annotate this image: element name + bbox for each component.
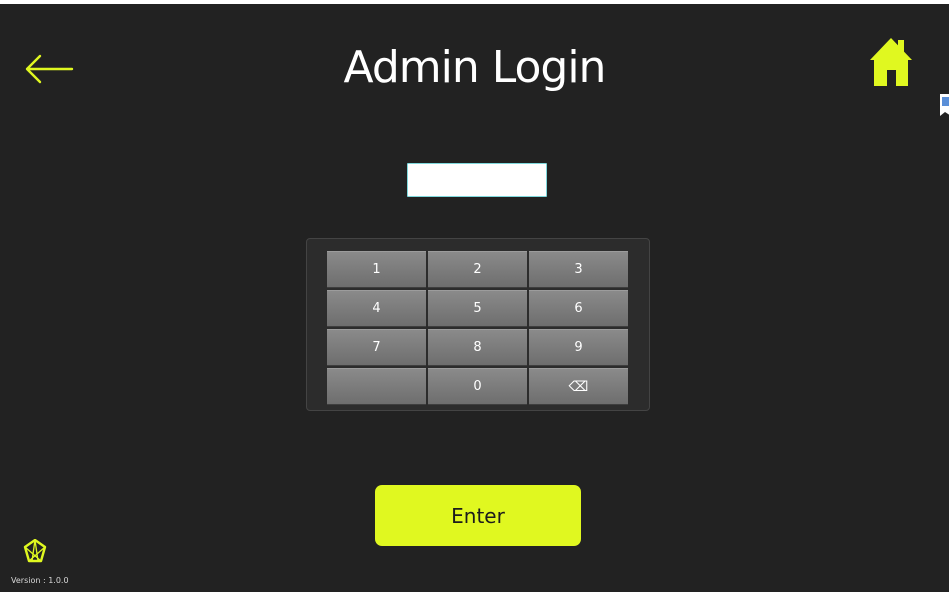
enter-button[interactable]: Enter (375, 485, 581, 546)
pin-input[interactable] (407, 163, 547, 197)
page-title: Admin Login (343, 42, 607, 93)
version-label: Version : 1.0.0 (11, 576, 69, 585)
key-4[interactable]: 4 (327, 290, 426, 327)
key-7[interactable]: 7 (327, 329, 426, 366)
key-6[interactable]: 6 (529, 290, 628, 327)
numeric-keypad: 1 2 3 4 5 6 7 8 9 0 ⌫ (306, 238, 650, 411)
admin-login-screen: Admin Login 1 2 3 4 5 6 7 8 9 0 ⌫ Enter (0, 4, 949, 592)
key-blank[interactable] (327, 368, 426, 405)
key-2[interactable]: 2 (428, 251, 527, 288)
key-8[interactable]: 8 (428, 329, 527, 366)
key-3[interactable]: 3 (529, 251, 628, 288)
home-icon (870, 38, 912, 86)
side-tab-icon[interactable] (939, 92, 949, 118)
key-9[interactable]: 9 (529, 329, 628, 366)
key-0[interactable]: 0 (428, 368, 527, 405)
key-5[interactable]: 5 (428, 290, 527, 327)
backspace-icon[interactable]: ⌫ (529, 368, 628, 405)
home-button[interactable] (868, 36, 914, 88)
app-logo-icon (23, 538, 47, 563)
key-1[interactable]: 1 (327, 251, 426, 288)
